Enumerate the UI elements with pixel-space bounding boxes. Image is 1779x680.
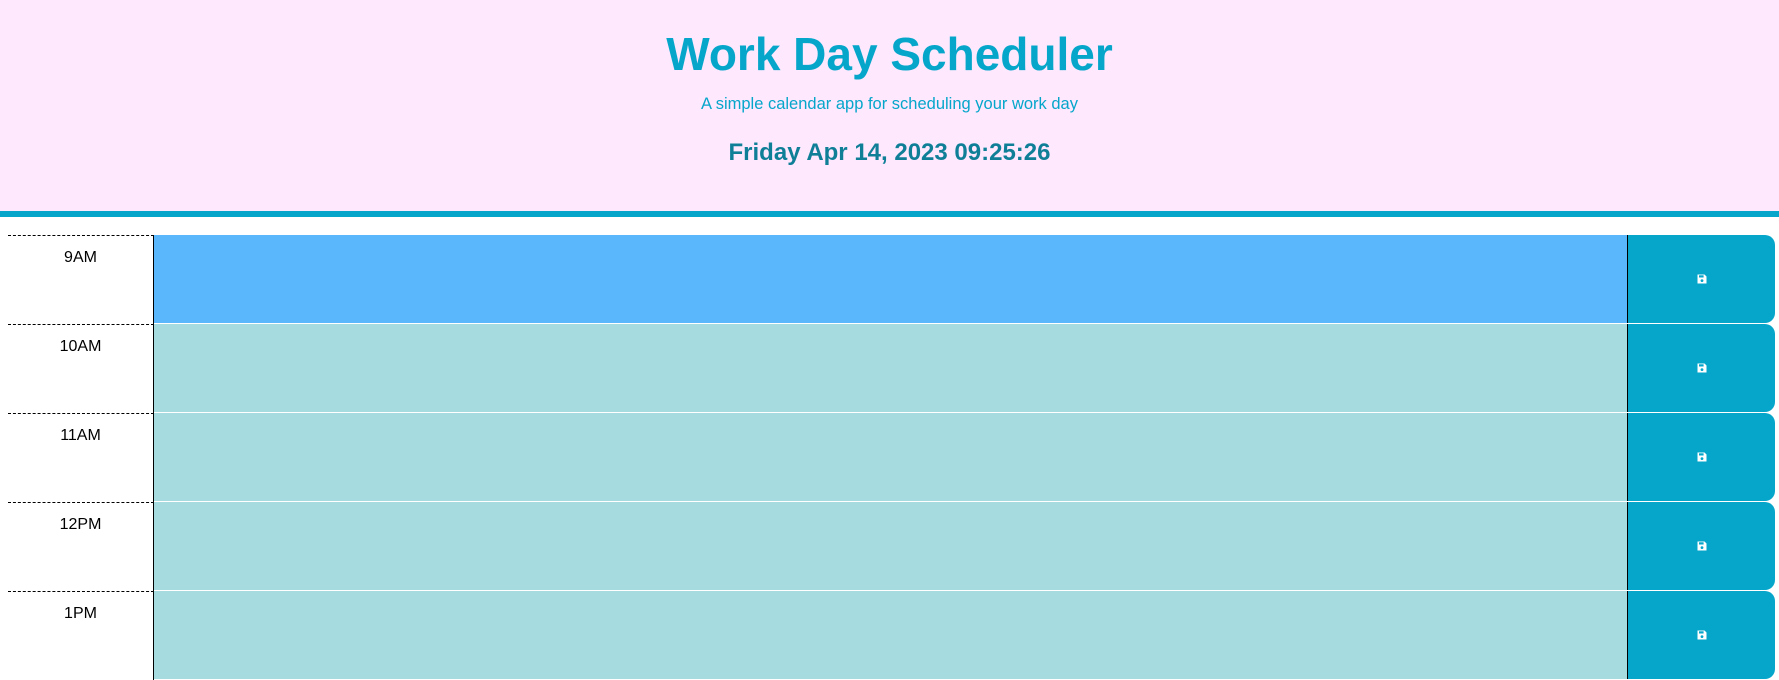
event-description-input[interactable] xyxy=(154,235,1627,324)
hour-label: 9AM xyxy=(8,235,154,324)
save-button[interactable] xyxy=(1627,324,1775,412)
event-description-input[interactable] xyxy=(154,591,1627,680)
time-block-1pm: 1PM xyxy=(8,591,1775,680)
time-block-12pm: 12PM xyxy=(8,502,1775,591)
event-description-input[interactable] xyxy=(154,324,1627,413)
page-title: Work Day Scheduler xyxy=(666,28,1113,80)
time-block-9am: 9AM xyxy=(8,235,1775,324)
save-button[interactable] xyxy=(1627,591,1775,679)
page-subtitle: A simple calendar app for scheduling you… xyxy=(701,95,1078,113)
floppy-disk-icon xyxy=(1697,541,1706,551)
floppy-disk-icon xyxy=(1697,452,1706,462)
header: Work Day Scheduler A simple calendar app… xyxy=(0,0,1779,217)
current-datetime: Friday Apr 14, 2023 09:25:26 xyxy=(728,139,1051,166)
hour-label: 12PM xyxy=(8,502,154,591)
time-block-10am: 10AM xyxy=(8,324,1775,413)
schedule: 9AM 10AM 11AM 12PM 1PM xyxy=(8,235,1775,680)
event-description-input[interactable] xyxy=(154,502,1627,591)
event-description-input[interactable] xyxy=(154,413,1627,502)
floppy-disk-icon xyxy=(1697,363,1706,373)
save-button[interactable] xyxy=(1627,413,1775,501)
hour-label: 1PM xyxy=(8,591,154,680)
save-button[interactable] xyxy=(1627,235,1775,323)
time-block-11am: 11AM xyxy=(8,413,1775,502)
save-button[interactable] xyxy=(1627,502,1775,590)
floppy-disk-icon xyxy=(1697,630,1706,640)
hour-label: 11AM xyxy=(8,413,154,502)
hour-label: 10AM xyxy=(8,324,154,413)
floppy-disk-icon xyxy=(1697,274,1706,284)
